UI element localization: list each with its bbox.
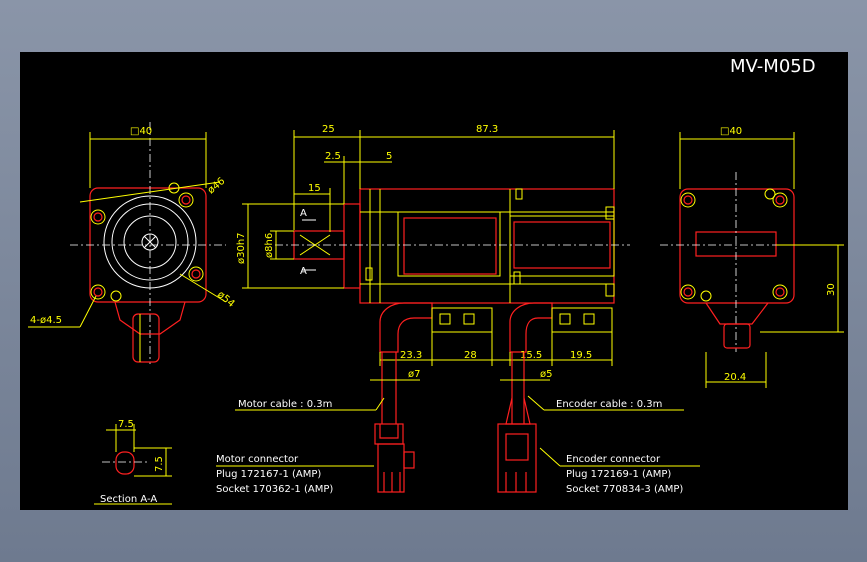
encoder-cable-dia: ø5 <box>540 369 552 380</box>
motor-connector: Motor cable : 0.3m Motor connector Plug … <box>216 397 415 495</box>
bottom-dim-1: 23.3 <box>400 350 422 361</box>
rear-square-dim: □40 <box>720 126 742 137</box>
shaft-dia-dim: ø8h6 <box>264 233 275 258</box>
bottom-dim-2: 28 <box>464 350 477 361</box>
section-mark-top: A <box>300 208 307 219</box>
shaft-length-dim: 25 <box>322 124 335 135</box>
encoder-connector-socket: Socket 770834-3 (AMP) <box>566 484 683 495</box>
section-title: Section A-A <box>100 494 157 505</box>
bottom-dim-3: 15.5 <box>520 350 542 361</box>
front-shaft-pcd-dim: ø54 <box>215 289 237 310</box>
encoder-connector-title: Encoder connector <box>566 454 661 465</box>
section-width-dim: 7.5 <box>118 419 134 430</box>
drawing-canvas: MV-M05D □40 ø46 ø54 4-ø4.5 25 87.3 2.5 5… <box>28 56 844 505</box>
rear-height-dim: 30 <box>826 283 837 296</box>
body-length-dim: 87.3 <box>476 124 498 135</box>
front-view: □40 ø46 ø54 4-ø4.5 <box>28 122 237 364</box>
front-pcd-dim: ø46 <box>206 176 228 197</box>
motor-connector-plug: Plug 172167-1 (AMP) <box>216 469 321 480</box>
flange-thickness-dim: 5 <box>386 151 392 162</box>
key-length-dim: 15 <box>308 183 321 194</box>
motor-cable-dia: ø7 <box>408 369 420 380</box>
motor-connector-title: Motor connector <box>216 454 299 465</box>
drawing-title: MV-M05D <box>730 56 816 77</box>
rear-offset-dim: 20.4 <box>724 372 746 383</box>
encoder-connector-plug: Plug 172169-1 (AMP) <box>566 469 671 480</box>
encoder-cable-label: Encoder cable : 0.3m <box>556 399 662 410</box>
motor-cable-label: Motor cable : 0.3m <box>238 399 332 410</box>
section-mark-bottom: A <box>300 266 307 277</box>
encoder-connector: Encoder cable : 0.3m Encoder connector P… <box>497 395 700 495</box>
flange-offset-dim: 2.5 <box>325 151 341 162</box>
drawing-sheet: MV-M05D □40 ø46 ø54 4-ø4.5 25 87.3 2.5 5… <box>20 52 848 510</box>
front-square-dim: □40 <box>130 126 152 137</box>
rear-view: □40 30 20.4 <box>660 126 844 388</box>
mounting-hole-note: 4-ø4.5 <box>30 315 62 326</box>
section-aa: 7.5 7.5 Section A-A <box>94 419 172 505</box>
flange-dia-dim: ø30h7 <box>236 232 247 264</box>
side-view: 25 87.3 2.5 5 15 A A ø30h7 ø8h6 23.3 28 <box>236 124 630 424</box>
motor-connector-socket: Socket 170362-1 (AMP) <box>216 484 333 495</box>
bottom-dim-4: 19.5 <box>570 350 592 361</box>
section-height-dim: 7.5 <box>154 456 165 472</box>
